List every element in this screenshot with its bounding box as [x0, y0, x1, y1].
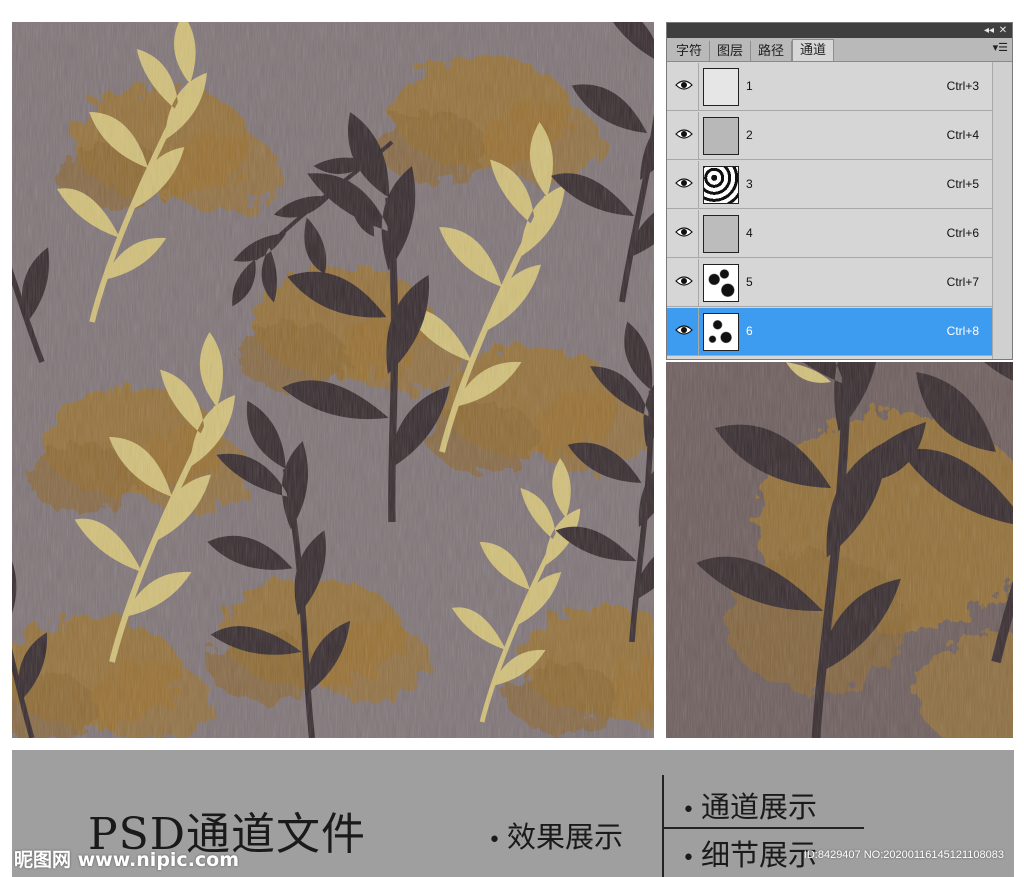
channel-name: 6 [746, 324, 753, 338]
caption-divider-vertical [662, 775, 664, 877]
caption-effect: • 效果展示 [488, 814, 623, 856]
close-icon[interactable]: ✕ [996, 23, 1010, 38]
floral-pattern [12, 22, 654, 738]
visibility-eye-icon[interactable] [669, 259, 699, 306]
visibility-eye-icon[interactable] [669, 210, 699, 257]
caption-bar: PSD通道文件 • 效果展示 • 通道展示 • 细节展示 昵图网 www.nipic.… [12, 750, 1014, 877]
panel-tabs: 字符 图层 路径 通道 ▾☰ [667, 38, 1012, 62]
panel-menu-icon[interactable]: ▾☰ [993, 41, 1008, 54]
channel-name: 1 [746, 79, 753, 93]
caption-channels-label: 通道展示 [700, 790, 817, 824]
caption-channels: • 通道展示 [682, 784, 817, 826]
channel-row[interactable]: 5 Ctrl+7 [667, 259, 993, 307]
channel-list-scrollbar[interactable] [992, 62, 1012, 359]
bullet: • [488, 828, 501, 853]
channel-row[interactable]: 4 Ctrl+6 [667, 210, 993, 258]
effect-preview-image [12, 22, 654, 738]
collapse-icon[interactable]: ◂◂ [982, 23, 996, 38]
channel-thumbnail [703, 117, 739, 155]
caption-detail-label: 细节展示 [700, 838, 817, 872]
channels-panel: ◂◂ ✕ 字符 图层 路径 通道 ▾☰ 1 Ctrl+3 2 Ctrl+4 3 Ctrl+… [666, 22, 1013, 360]
caption-detail: • 细节展示 [682, 832, 817, 874]
channel-row[interactable]: 2 Ctrl+4 [667, 112, 993, 160]
channel-name: 5 [746, 275, 753, 289]
channel-row[interactable]: 1 Ctrl+3 [667, 63, 993, 111]
channel-shortcut: Ctrl+8 [946, 324, 979, 338]
bullet: • [682, 846, 695, 871]
channel-shortcut: Ctrl+3 [946, 79, 979, 93]
tab-character[interactable]: 字符 [669, 41, 711, 61]
visibility-eye-icon[interactable] [669, 112, 699, 159]
channel-shortcut: Ctrl+4 [946, 128, 979, 142]
visibility-eye-icon[interactable] [669, 63, 699, 110]
channel-thumbnail [703, 68, 739, 106]
channel-name: 4 [746, 226, 753, 240]
channel-thumbnail [703, 166, 739, 204]
channel-thumbnail [703, 215, 739, 253]
caption-divider-horizontal [664, 827, 864, 829]
panel-titlebar: ◂◂ ✕ [667, 23, 1012, 38]
channel-thumbnail [703, 264, 739, 302]
tab-layers[interactable]: 图层 [710, 41, 752, 61]
tab-paths[interactable]: 路径 [751, 41, 793, 61]
channel-row[interactable]: 6 Ctrl+8 [667, 308, 993, 356]
channel-row[interactable]: 3 Ctrl+5 [667, 161, 993, 209]
detail-preview-image [666, 362, 1013, 738]
tab-channels[interactable]: 通道 [792, 39, 835, 61]
floral-detail [666, 362, 1013, 738]
channel-name: 2 [746, 128, 753, 142]
channel-shortcut: Ctrl+7 [946, 275, 979, 289]
caption-effect-label: 效果展示 [506, 820, 623, 854]
visibility-eye-icon[interactable] [669, 161, 699, 208]
bullet: • [682, 798, 695, 823]
nipic-watermark-logo: 昵图网 www.nipic.com [14, 849, 240, 871]
channel-shortcut: Ctrl+5 [946, 177, 979, 191]
channel-name: 3 [746, 177, 753, 191]
channel-shortcut: Ctrl+6 [946, 226, 979, 240]
channel-thumbnail [703, 313, 739, 351]
visibility-eye-icon[interactable] [669, 308, 699, 355]
image-id-watermark: ID:8429407 NO:20200116145121108083 [803, 849, 1004, 861]
